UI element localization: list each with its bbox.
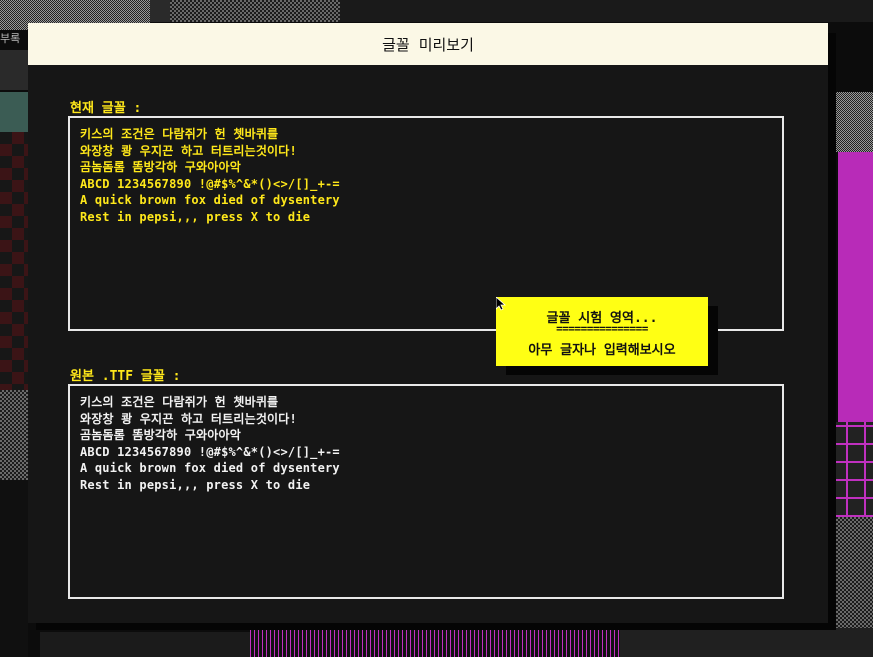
preview-line: Rest in pepsi,,, press X to die xyxy=(80,477,311,492)
preview-line: 와장창 쾅 우지끈 하고 터트리는것이다! xyxy=(80,411,297,426)
background-pattern xyxy=(0,390,28,480)
background-panel xyxy=(0,50,28,90)
current-font-label: 현재 글꼴 : xyxy=(70,101,142,116)
background-panel xyxy=(838,152,873,422)
background-panel xyxy=(0,480,28,657)
preview-line: ABCD 1234567890 !@#$%^&*()<>/[]_+-= xyxy=(80,176,340,191)
tooltip-divider: =============== xyxy=(556,322,648,335)
preview-line: 와장창 쾅 우지끈 하고 터트리는것이다! xyxy=(80,143,297,158)
background-panel xyxy=(150,0,170,22)
background-panel xyxy=(0,92,28,132)
dialog-title: 글꼴 미리보기 xyxy=(382,35,474,54)
preview-line: 키스의 조건은 다람쥐가 헌 쳇바퀴를 xyxy=(80,395,279,409)
background-panel xyxy=(40,632,250,657)
preview-line: A quick brown fox died of dysentery xyxy=(80,461,340,475)
preview-line: 곰놈돔롬 똠방각하 구와아아악 xyxy=(80,428,241,442)
background-pattern xyxy=(0,132,28,390)
background-corner-text: 부록 xyxy=(0,32,21,45)
preview-line: 키스의 조건은 다람쥐가 헌 쳇바퀴를 xyxy=(80,127,279,141)
preview-line: 곰놈돔롬 똠방각하 구와아아악 xyxy=(80,160,241,174)
original-font-preview[interactable]: 키스의 조건은 다람쥐가 헌 쳇바퀴를 와장창 쾅 우지끈 하고 터트리는것이다… xyxy=(68,384,784,599)
mouse-pointer-icon xyxy=(496,297,506,311)
background-panel xyxy=(620,628,873,657)
dialog-titlebar[interactable]: 글꼴 미리보기 xyxy=(28,23,828,65)
original-font-label: 원본 .TTF 글꼴 : xyxy=(70,369,181,384)
tooltip-hint: 아무 글자나 입력해보시오 xyxy=(528,343,676,358)
preview-line: Rest in pepsi,,, press X to die xyxy=(80,209,311,224)
font-test-tooltip: 글꼴 시험 영역... =============== 아무 글자나 입력해보시… xyxy=(496,297,708,366)
background-pattern xyxy=(250,628,620,657)
preview-line: ABCD 1234567890 !@#$%^&*()<>/[]_+-= xyxy=(80,444,340,459)
preview-line: A quick brown fox died of dysentery xyxy=(80,193,340,207)
background-panel xyxy=(340,0,873,22)
background-pattern xyxy=(170,0,340,22)
background-pattern xyxy=(836,92,873,152)
